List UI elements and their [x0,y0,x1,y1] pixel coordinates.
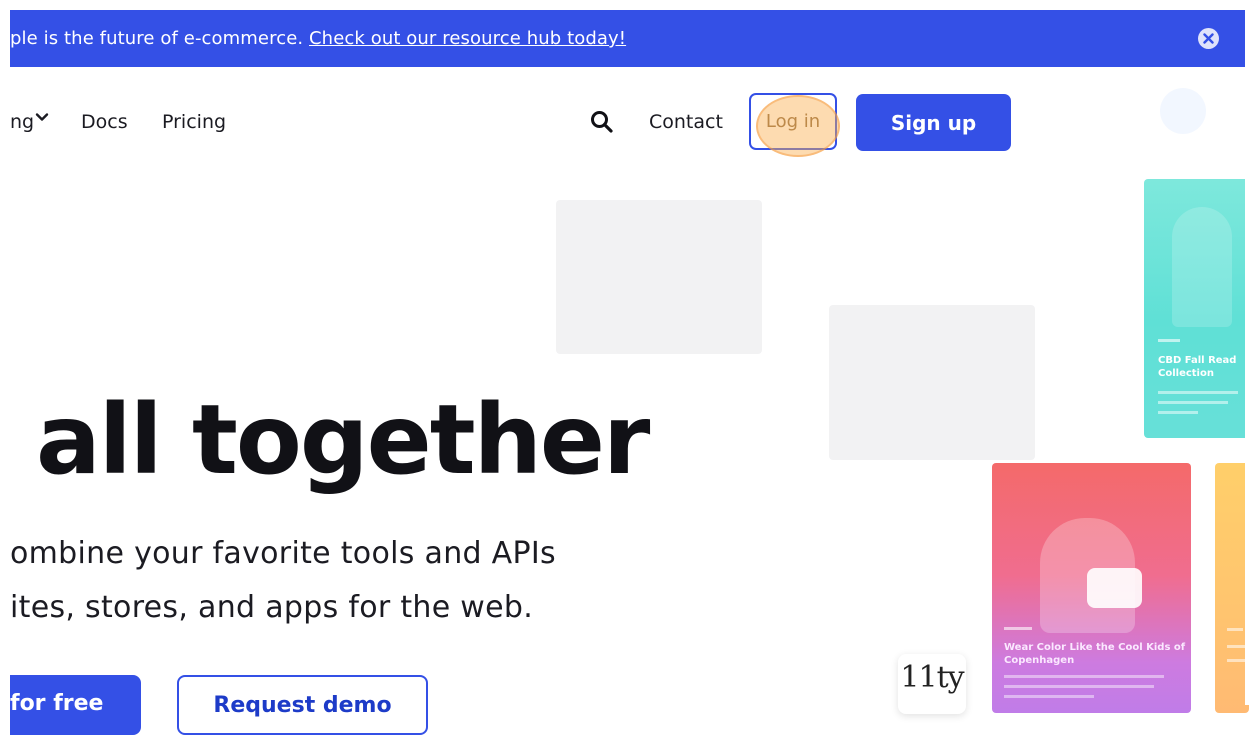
announcement-banner: ple is the future of e-commerce. Check o… [10,10,1245,67]
request-demo-button-label: Request demo [213,693,392,718]
card-text-line [1158,401,1228,404]
card-text-line [1227,645,1247,648]
hero-title: all together [36,384,650,496]
shirt-illustration [1087,568,1142,608]
card-tag [1158,339,1180,342]
card-tag [1004,627,1032,630]
eleventy-logo: 11ty [898,654,966,714]
card-text-line [1004,685,1154,688]
person-illustration [1172,207,1232,327]
showcase-card-yellow [1215,463,1249,713]
showcase-card-pink: Wear Color Like the Cool Kids of Copenha… [992,463,1191,713]
eleventy-logo-text: 11ty [900,660,964,695]
card-text-line [1227,628,1243,631]
card-text-line [1004,695,1094,698]
faded-circle-decoration [1160,88,1206,134]
nav-item-pricing[interactable]: Pricing [162,111,226,133]
card-text-line [1004,675,1164,678]
nav-item-docs[interactable]: Docs [81,111,128,133]
click-indicator [756,95,840,157]
signup-button[interactable]: Sign up [856,94,1011,151]
banner-resource-link[interactable]: Check out our resource hub today! [309,28,626,49]
card-caption: Wear Color Like the Cool Kids of Copenha… [1004,642,1186,666]
hero-subtitle-line-2: ites, stores, and apps for the web. [10,590,534,625]
start-free-button[interactable]: for free [10,675,141,735]
nav-item-dropdown[interactable]: ng [10,111,34,133]
hero-subtitle-line-1: ombine your favorite tools and APIs [10,536,556,571]
card-text-line [1158,411,1198,414]
nav-item-contact[interactable]: Contact [649,111,723,133]
chevron-down-icon [35,113,49,121]
banner-message: ple is the future of e-commerce. Check o… [10,28,626,49]
search-icon[interactable] [590,110,614,134]
card-text-line [1227,659,1245,662]
nav-item-label: ng [10,111,35,133]
request-demo-button[interactable]: Request demo [177,675,428,735]
start-free-button-label: for free [10,691,104,716]
card-caption: CBD Fall Read Collection [1158,355,1237,379]
card-text-line [1158,391,1238,394]
banner-text: ple is the future of e-commerce. [10,28,310,49]
image-placeholder [829,305,1035,460]
banner-close-button[interactable] [1198,28,1219,49]
signup-button-label: Sign up [890,110,977,135]
image-placeholder [556,200,762,354]
showcase-card-teal: CBD Fall Read Collection [1144,179,1249,438]
close-circle-icon [1203,33,1214,44]
